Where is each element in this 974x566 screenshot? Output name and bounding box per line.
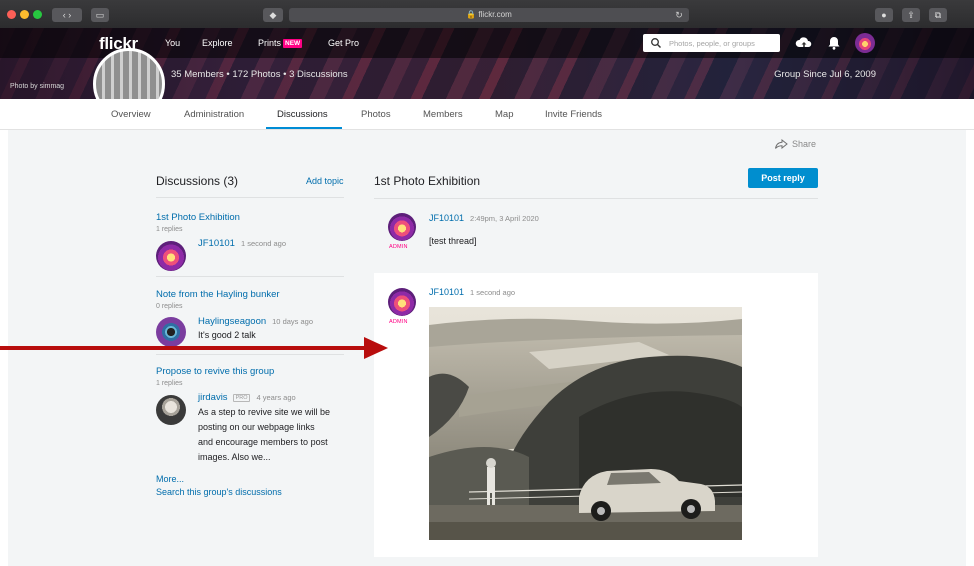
address-bar[interactable]: 🔒 flickr.com xyxy=(289,8,689,22)
tab-map[interactable]: Map xyxy=(495,109,513,120)
thread-replies-count: 0 replies xyxy=(156,303,183,310)
more-discussions-link[interactable]: More... xyxy=(156,474,184,484)
post-text: [test thread] xyxy=(429,236,477,246)
nav-you[interactable]: You xyxy=(165,38,180,48)
tab-invite-friends[interactable]: Invite Friends xyxy=(545,109,602,120)
share-label: Share xyxy=(792,139,817,149)
post-author-name: JF10101 xyxy=(429,287,465,297)
divider xyxy=(156,276,344,277)
close-window-button[interactable] xyxy=(7,10,16,19)
share-browser-icon[interactable]: ⇪ xyxy=(902,8,920,22)
post-reply-button[interactable]: Post reply xyxy=(748,168,818,188)
thread-author[interactable]: Haylingseagoon 10 days ago xyxy=(198,316,313,327)
thread-title-link[interactable]: Note from the Hayling bunker xyxy=(156,289,280,300)
nav-prints-label: Prints xyxy=(258,38,282,48)
tab-photos[interactable]: Photos xyxy=(361,109,391,120)
minimize-window-button[interactable] xyxy=(20,10,29,19)
notification-bell-icon[interactable] xyxy=(825,34,843,52)
thread-author-name: Haylingseagoon xyxy=(198,316,267,327)
search-icon[interactable] xyxy=(650,37,662,49)
back-forward-buttons[interactable]: ‹ › xyxy=(52,8,82,22)
group-subnav: Overview Administration Discussions Phot… xyxy=(0,99,974,130)
post-photo[interactable] xyxy=(429,307,742,540)
zoom-window-button[interactable] xyxy=(33,10,42,19)
reload-icon[interactable]: ↻ xyxy=(672,8,686,22)
admin-label: ADMIN xyxy=(389,244,408,250)
tab-administration[interactable]: Administration xyxy=(184,109,244,120)
photo-credit[interactable]: Photo by simmag xyxy=(10,83,64,90)
thread-preview-line: posting on our webpage links xyxy=(198,422,315,432)
tab-discussions[interactable]: Discussions xyxy=(277,109,328,120)
group-stats: 35 Members • 172 Photos • 3 Discussions xyxy=(171,69,348,80)
post-author[interactable]: JF10101 1 second ago xyxy=(429,287,515,297)
post-time: 2:49pm, 3 April 2020 xyxy=(470,214,539,223)
divider xyxy=(156,197,344,198)
thread-preview-text: As a step to revive site we will be post… xyxy=(198,405,330,465)
thread-replies-count: 1 replies xyxy=(156,380,183,387)
thread-title-link[interactable]: Propose to revive this group xyxy=(156,366,274,377)
nav-explore[interactable]: Explore xyxy=(202,38,233,48)
search-input[interactable] xyxy=(669,36,775,50)
tabs-overview-icon[interactable]: ⧉ xyxy=(929,8,947,22)
post-author[interactable]: JF10101 2:49pm, 3 April 2020 xyxy=(429,213,539,223)
thread-author-name: jirdavis xyxy=(198,392,228,403)
extension-icon[interactable]: ● xyxy=(875,8,893,22)
tab-members[interactable]: Members xyxy=(423,109,463,120)
active-tab-indicator xyxy=(266,127,342,129)
share-arrow-icon xyxy=(775,139,788,149)
add-topic-link[interactable]: Add topic xyxy=(306,176,344,186)
thread-author[interactable]: JF10101 1 second ago xyxy=(198,238,286,249)
thread-replies-count: 1 replies xyxy=(156,226,183,233)
post-author-name: JF10101 xyxy=(429,213,465,223)
group-banner: flickr You Explore PrintsNEW Get Pro 35 … xyxy=(0,28,974,99)
avatar[interactable] xyxy=(156,241,186,271)
thread-author-name: JF10101 xyxy=(198,238,235,249)
share-button[interactable]: Share xyxy=(775,139,816,149)
admin-label: ADMIN xyxy=(389,319,408,325)
nav-prints[interactable]: Prints NEW xyxy=(258,38,303,48)
url-text: flickr.com xyxy=(478,10,512,19)
new-badge: NEW xyxy=(283,39,303,48)
thread-time: 1 second ago xyxy=(240,239,287,248)
thread-time: 10 days ago xyxy=(272,317,314,326)
avatar[interactable] xyxy=(156,395,186,425)
user-avatar[interactable] xyxy=(855,33,875,53)
sidebar-toggle-icon[interactable]: ▭ xyxy=(91,8,109,22)
search-box[interactable] xyxy=(643,34,780,52)
nav-get-pro[interactable]: Get Pro xyxy=(328,38,359,48)
thread-time: 4 years ago xyxy=(256,393,296,402)
shield-icon[interactable]: ◆ xyxy=(263,8,283,22)
post-time: 1 second ago xyxy=(470,288,516,297)
annotation-arrow-head xyxy=(364,337,388,359)
avatar[interactable] xyxy=(388,213,416,241)
group-since: Group Since Jul 6, 2009 xyxy=(774,69,876,80)
thread-title-link[interactable]: 1st Photo Exhibition xyxy=(156,212,240,223)
thread-preview-line: As a step to revive site we will be xyxy=(198,407,331,417)
thread-preview-line: images. Also we... xyxy=(198,452,271,462)
divider xyxy=(156,354,344,355)
search-discussions-link[interactable]: Search this group's discussions xyxy=(156,487,282,497)
tab-overview[interactable]: Overview xyxy=(111,109,151,120)
thread-preview-line: and encourage members to post xyxy=(198,437,328,447)
thread-preview-text: It's good 2 talk xyxy=(198,330,256,340)
browser-toolbar: ‹ › ▭ ◆ 🔒 flickr.com ↻ ● ⇪ ⧉ xyxy=(0,0,974,28)
avatar[interactable] xyxy=(388,288,416,316)
topic-title: 1st Photo Exhibition xyxy=(374,174,481,188)
annotation-arrow xyxy=(0,346,366,350)
divider xyxy=(374,198,818,199)
upload-cloud-icon[interactable] xyxy=(795,34,813,52)
pro-badge: PRO xyxy=(232,394,251,402)
avatar[interactable] xyxy=(156,317,186,347)
thread-author[interactable]: jirdavis PRO 4 years ago xyxy=(198,392,296,403)
discussions-heading: Discussions (3) xyxy=(156,174,239,188)
